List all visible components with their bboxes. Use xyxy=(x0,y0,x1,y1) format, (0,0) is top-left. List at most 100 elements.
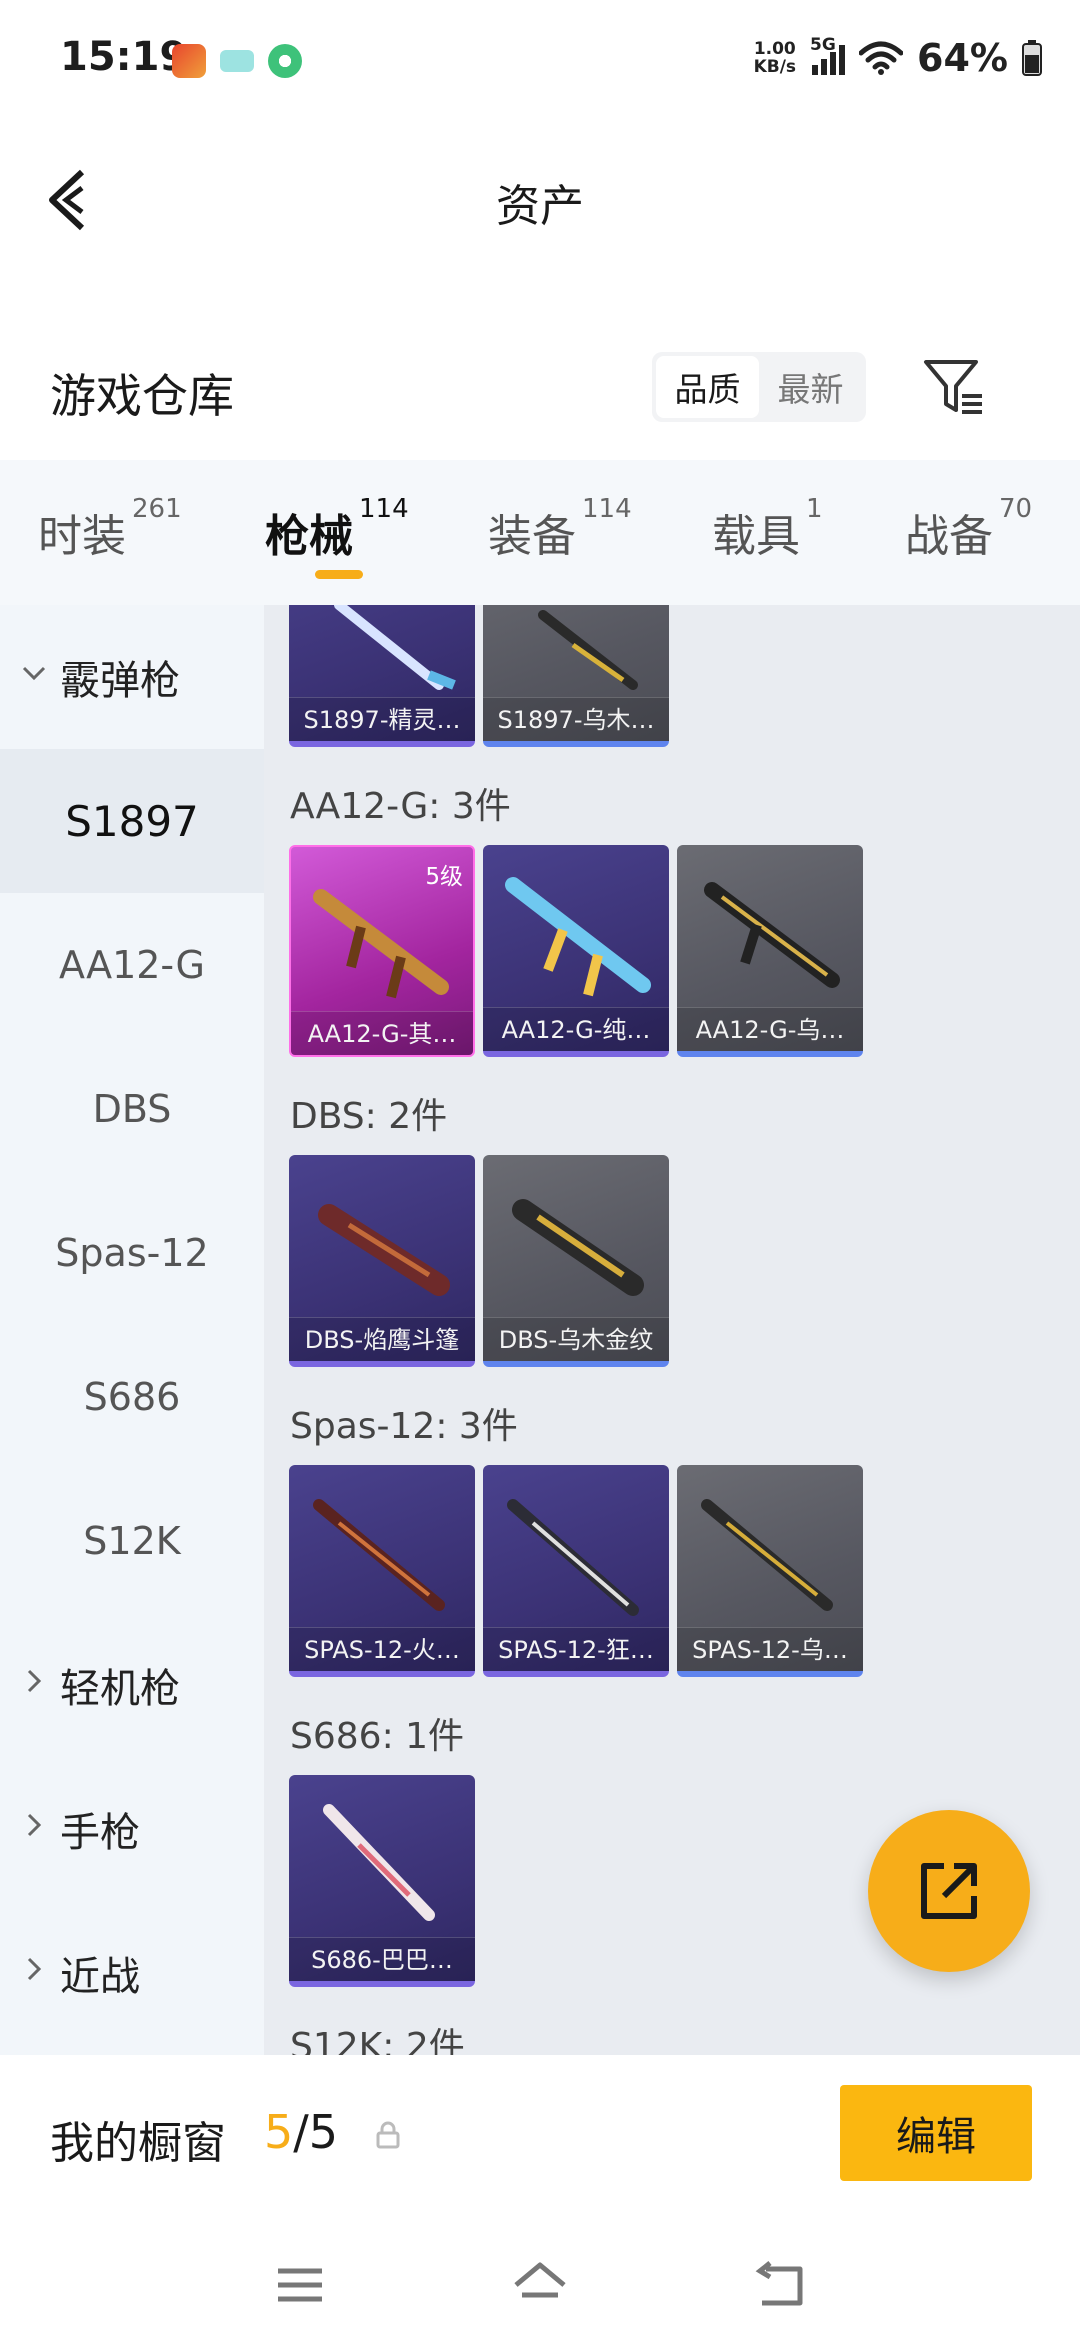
sidebar-label: 轻机枪 xyxy=(60,1666,180,1712)
tab-label: 载具 xyxy=(712,511,800,562)
warehouse-header: 游戏仓库 品质 最新 xyxy=(0,340,1080,460)
sidebar-item-spas12[interactable]: Spas-12 xyxy=(0,1181,264,1325)
sort-toggle: 品质 最新 xyxy=(652,352,866,422)
wifi-icon xyxy=(859,41,904,75)
net-speed: 1.00 KB/s xyxy=(754,40,796,76)
sidebar-group-lmg[interactable]: 轻机枪 xyxy=(0,1613,264,1757)
sidebar-item-s1897[interactable]: S1897 xyxy=(0,749,264,893)
weapon-card[interactable]: S1897-乌木… xyxy=(483,605,669,747)
tab-firearms[interactable]: 枪械114 xyxy=(265,494,409,564)
tab-count: 1 xyxy=(806,494,823,524)
weapon-card-label: AA12-G-乌… xyxy=(677,1007,863,1051)
tab-count: 70 xyxy=(999,494,1033,524)
tab-count: 114 xyxy=(582,494,632,524)
weapon-card[interactable]: S686-巴巴… xyxy=(289,1775,475,1987)
shotgun-skin-icon xyxy=(538,610,638,690)
shotgun-skin-icon xyxy=(512,1199,644,1296)
back-icon[interactable] xyxy=(750,2255,810,2315)
sidebar-group-melee[interactable]: 近战 xyxy=(0,1901,264,2045)
weapon-card[interactable]: S1897-精灵… xyxy=(289,605,475,747)
home-icon[interactable] xyxy=(510,2255,570,2315)
weapon-card[interactable]: AA12-G-纯… xyxy=(483,845,669,1057)
weapon-card-label: SPAS-12-火… xyxy=(289,1627,475,1671)
section-title-dbs: DBS: 2件 xyxy=(290,1096,448,1137)
tab-count: 114 xyxy=(359,494,409,524)
share-button[interactable] xyxy=(868,1810,1030,1972)
filter-icon[interactable] xyxy=(922,356,986,420)
section-title-s12k: S12K: 2件 xyxy=(290,2026,465,2055)
tab-count: 261 xyxy=(132,494,182,524)
weapon-card[interactable]: 5级 AA12-G-其… xyxy=(289,845,475,1057)
showcase-count: 5/5 xyxy=(264,2105,338,2159)
tab-label: 枪械 xyxy=(265,511,353,562)
active-tab-indicator xyxy=(315,570,363,579)
chevron-right-icon xyxy=(27,1957,42,1981)
section-title-aa12g: AA12-G: 3件 xyxy=(290,786,511,827)
weapon-card-label: S686-巴巴… xyxy=(289,1937,475,1981)
net-speed-value: 1.00 xyxy=(753,39,796,59)
sidebar-group-shotgun[interactable]: 霰弹枪 xyxy=(0,605,264,749)
sidebar-group-pistol[interactable]: 手枪 xyxy=(0,1757,264,1901)
weapon-card-label: DBS-乌木金纹 xyxy=(483,1317,669,1361)
weapon-card-label: S1897-精灵… xyxy=(289,697,475,741)
sidebar-item-s12k[interactable]: S12K xyxy=(0,1469,264,1613)
sidebar-label: 霰弹枪 xyxy=(60,658,180,704)
shotgun-skin-icon xyxy=(701,1499,833,1611)
network-type: 5G xyxy=(810,35,836,55)
tab-label: 时装 xyxy=(38,511,126,562)
menu-icon[interactable] xyxy=(270,2255,330,2315)
net-speed-unit: KB/s xyxy=(753,57,797,77)
showcase-panel: 我的橱窗 5/5 编辑 xyxy=(0,2055,1080,2215)
sort-newest-button[interactable]: 最新 xyxy=(759,356,862,418)
tab-supplies[interactable]: 战备70 xyxy=(905,494,1032,564)
signal-icon: 5G xyxy=(810,35,846,75)
weapon-card[interactable]: DBS-乌木金纹 xyxy=(483,1155,669,1367)
weapon-card-label: DBS-焰鹰斗篷 xyxy=(289,1317,475,1361)
showcase-label: 我的橱窗 xyxy=(50,2118,226,2169)
weapon-sidebar: 霰弹枪 S1897 AA12-G DBS Spas-12 S686 S12K 轻… xyxy=(0,605,264,2055)
shotgun-skin-icon xyxy=(507,1499,639,1616)
music-app-icon xyxy=(268,44,302,78)
weapon-card[interactable]: DBS-焰鹰斗篷 xyxy=(289,1155,475,1367)
category-tabs: 时装261 枪械114 装备114 载具1 战备70 xyxy=(0,460,1080,605)
sidebar-item-aa12g[interactable]: AA12-G xyxy=(0,893,264,1037)
weapon-card[interactable]: SPAS-12-火… xyxy=(289,1465,475,1677)
sidebar-label: 手枪 xyxy=(60,1810,140,1856)
tab-fashion[interactable]: 时装261 xyxy=(38,494,182,564)
weapon-card-label: SPAS-12-狂… xyxy=(483,1627,669,1671)
shotgun-skin-icon xyxy=(318,1204,450,1296)
rifle-skin-icon xyxy=(505,877,651,997)
status-right: 1.00 KB/s 5G 64% xyxy=(754,35,1042,80)
shotgun-skin-icon xyxy=(323,1804,435,1921)
sidebar-item-dbs[interactable]: DBS xyxy=(0,1037,264,1181)
warehouse-title: 游戏仓库 xyxy=(50,369,234,423)
sidebar-label: 近战 xyxy=(60,1954,140,2000)
level-badge: 5级 xyxy=(425,864,463,890)
edit-button[interactable]: 编辑 xyxy=(840,2085,1032,2181)
tab-equipment[interactable]: 装备114 xyxy=(488,494,632,564)
tab-label: 战备 xyxy=(905,511,993,562)
weapon-card[interactable]: AA12-G-乌… xyxy=(677,845,863,1057)
sidebar-item-s686[interactable]: S686 xyxy=(0,1325,264,1469)
chevron-right-icon xyxy=(27,1813,42,1837)
showcase-total: 5 xyxy=(308,2105,339,2159)
weapon-card-label: SPAS-12-乌… xyxy=(677,1627,863,1671)
weapon-card-label: AA12-G-纯… xyxy=(483,1007,669,1051)
chevron-right-icon xyxy=(27,1669,42,1693)
weapon-card[interactable]: SPAS-12-乌… xyxy=(677,1465,863,1677)
section-title-s686: S686: 1件 xyxy=(290,1716,465,1757)
weapon-card-label: S1897-乌木… xyxy=(483,697,669,741)
status-bar: 15:19 1.00 KB/s 5G 64% xyxy=(0,0,1080,120)
shotgun-skin-icon xyxy=(313,1499,445,1611)
battery-percent: 64% xyxy=(917,36,1008,80)
tab-label: 装备 xyxy=(488,511,576,562)
sort-quality-button[interactable]: 品质 xyxy=(656,356,759,418)
game-app-icon xyxy=(172,44,206,78)
chevron-down-icon xyxy=(22,666,46,681)
weapon-card[interactable]: SPAS-12-狂… xyxy=(483,1465,669,1677)
chat-app-icon xyxy=(220,50,254,72)
share-external-icon xyxy=(921,1863,977,1919)
title-bar: 资产 xyxy=(0,140,1080,260)
status-time: 15:19 xyxy=(60,34,188,80)
tab-vehicles[interactable]: 载具1 xyxy=(712,494,823,564)
